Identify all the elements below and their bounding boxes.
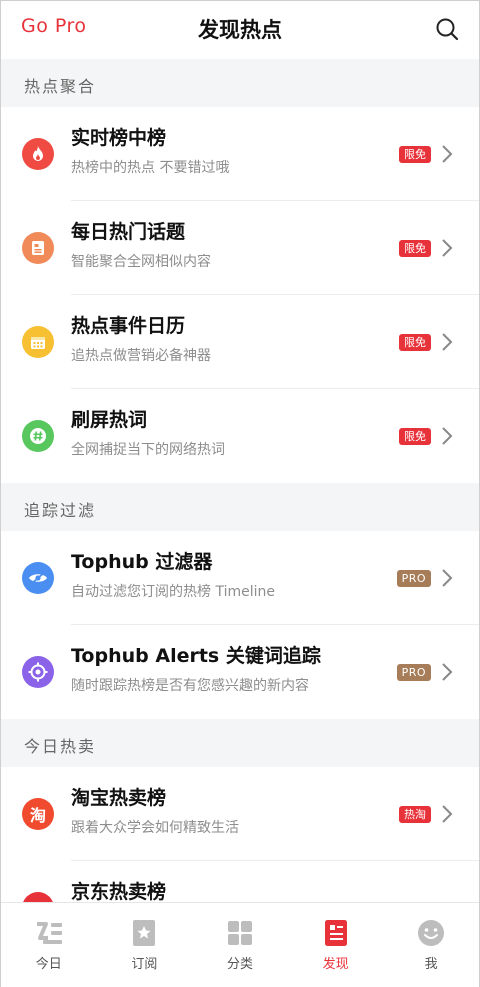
item-title: 每日热门话题 bbox=[71, 221, 186, 243]
eye-off-icon bbox=[22, 562, 54, 594]
list-item-hot-words[interactable]: 刷屏热词 全网捕捉当下的网络热词 限免 bbox=[1, 389, 479, 483]
item-title: Tophub Alerts 关键词追踪 bbox=[71, 645, 321, 667]
free-badge: 限免 bbox=[399, 146, 431, 163]
list-item-event-calendar[interactable]: 热点事件日历 追热点做营销必备神器 限免 bbox=[1, 295, 479, 389]
section-header-hot-aggregate: 热点聚合 bbox=[1, 59, 479, 107]
tab-label: 发现 bbox=[322, 957, 349, 972]
tab-label: 分类 bbox=[226, 957, 253, 972]
item-subtitle: 自动过滤您订阅的热榜 Timeline bbox=[71, 584, 275, 600]
hot-sale-group: 淘 淘宝热卖榜 跟着大众学会如何精致生活 热淘 京东热卖榜 bbox=[1, 767, 479, 902]
item-title: 实时榜中榜 bbox=[71, 127, 167, 149]
hashtag-icon bbox=[22, 420, 54, 452]
chevron-right-icon bbox=[442, 427, 453, 445]
chevron-right-icon bbox=[442, 805, 453, 823]
section-title: 追踪过滤 bbox=[24, 501, 97, 520]
chevron-right-icon bbox=[442, 663, 453, 681]
calendar-icon bbox=[22, 326, 54, 358]
item-title: 京东热卖榜 bbox=[71, 881, 167, 902]
hot-aggregate-group: 实时榜中榜 热榜中的热点 不要错过哦 限免 每日热门话题 智能聚合全网相似内容 … bbox=[1, 107, 479, 483]
chevron-right-icon bbox=[442, 569, 453, 587]
track-filter-group: Tophub 过滤器 自动过滤您订阅的热榜 Timeline PRO Tophu… bbox=[1, 531, 479, 719]
list-item-tophub-filter[interactable]: Tophub 过滤器 自动过滤您订阅的热榜 Timeline PRO bbox=[1, 531, 479, 625]
list-item-tophub-alerts[interactable]: Tophub Alerts 关键词追踪 随时跟踪热榜是否有您感兴趣的新内容 PR… bbox=[1, 625, 479, 719]
bottom-tab-bar: 今日 订阅 分类 发现 我 bbox=[1, 902, 479, 987]
tab-subscribe[interactable]: 订阅 bbox=[97, 903, 193, 987]
document-icon bbox=[22, 232, 54, 264]
list-item-jd-board[interactable]: 京东热卖榜 bbox=[1, 861, 479, 902]
profile-face-icon bbox=[418, 920, 445, 946]
pro-badge: PRO bbox=[396, 664, 431, 681]
tab-label: 今日 bbox=[35, 957, 62, 972]
taobao-icon: 淘 bbox=[22, 798, 54, 830]
search-icon[interactable] bbox=[435, 17, 459, 41]
item-subtitle: 全网捕捉当下的网络热词 bbox=[71, 442, 225, 458]
fire-icon bbox=[22, 138, 54, 170]
tab-label: 我 bbox=[424, 957, 438, 972]
tab-label: 订阅 bbox=[131, 957, 158, 972]
item-title: 刷屏热词 bbox=[71, 409, 148, 431]
page-title: 发现热点 bbox=[198, 18, 282, 42]
section-header-today-hot-sale: 今日热卖 bbox=[1, 719, 479, 767]
tab-today[interactable]: 今日 bbox=[1, 903, 97, 987]
top-bar: Go Pro 发现热点 bbox=[1, 1, 479, 59]
item-title: Tophub 过滤器 bbox=[71, 551, 213, 573]
item-subtitle: 智能聚合全网相似内容 bbox=[71, 254, 211, 270]
item-title: 热点事件日历 bbox=[71, 315, 186, 337]
section-title: 热点聚合 bbox=[24, 77, 97, 96]
free-badge: 限免 bbox=[399, 428, 431, 445]
jd-icon bbox=[22, 892, 54, 902]
today-icon bbox=[36, 922, 62, 944]
list-item-daily-topics[interactable]: 每日热门话题 智能聚合全网相似内容 限免 bbox=[1, 201, 479, 295]
list-item-taobao-board[interactable]: 淘 淘宝热卖榜 跟着大众学会如何精致生活 热淘 bbox=[1, 767, 479, 861]
chevron-right-icon bbox=[442, 333, 453, 351]
tab-discover[interactable]: 发现 bbox=[288, 903, 384, 987]
item-subtitle: 随时跟踪热榜是否有您感兴趣的新内容 bbox=[71, 678, 309, 694]
target-icon bbox=[22, 656, 54, 688]
section-title: 今日热卖 bbox=[24, 737, 97, 756]
free-badge: 限免 bbox=[399, 240, 431, 257]
item-subtitle: 跟着大众学会如何精致生活 bbox=[71, 820, 239, 836]
item-subtitle: 追热点做营销必备神器 bbox=[71, 348, 211, 364]
pro-badge: PRO bbox=[396, 570, 431, 587]
item-subtitle: 热榜中的热点 不要错过哦 bbox=[71, 160, 230, 176]
list-item-realtime-board[interactable]: 实时榜中榜 热榜中的热点 不要错过哦 限免 bbox=[1, 107, 479, 201]
discover-icon bbox=[324, 920, 347, 946]
grid-icon bbox=[227, 921, 252, 945]
chevron-right-icon bbox=[442, 239, 453, 257]
section-header-track-filter: 追踪过滤 bbox=[1, 483, 479, 531]
tab-me[interactable]: 我 bbox=[383, 903, 479, 987]
tab-categories[interactable]: 分类 bbox=[192, 903, 288, 987]
star-bookmark-icon bbox=[133, 920, 156, 946]
free-badge: 限免 bbox=[399, 334, 431, 351]
item-title: 淘宝热卖榜 bbox=[71, 787, 167, 809]
hot-taobao-badge: 热淘 bbox=[399, 806, 431, 823]
chevron-right-icon bbox=[442, 145, 453, 163]
